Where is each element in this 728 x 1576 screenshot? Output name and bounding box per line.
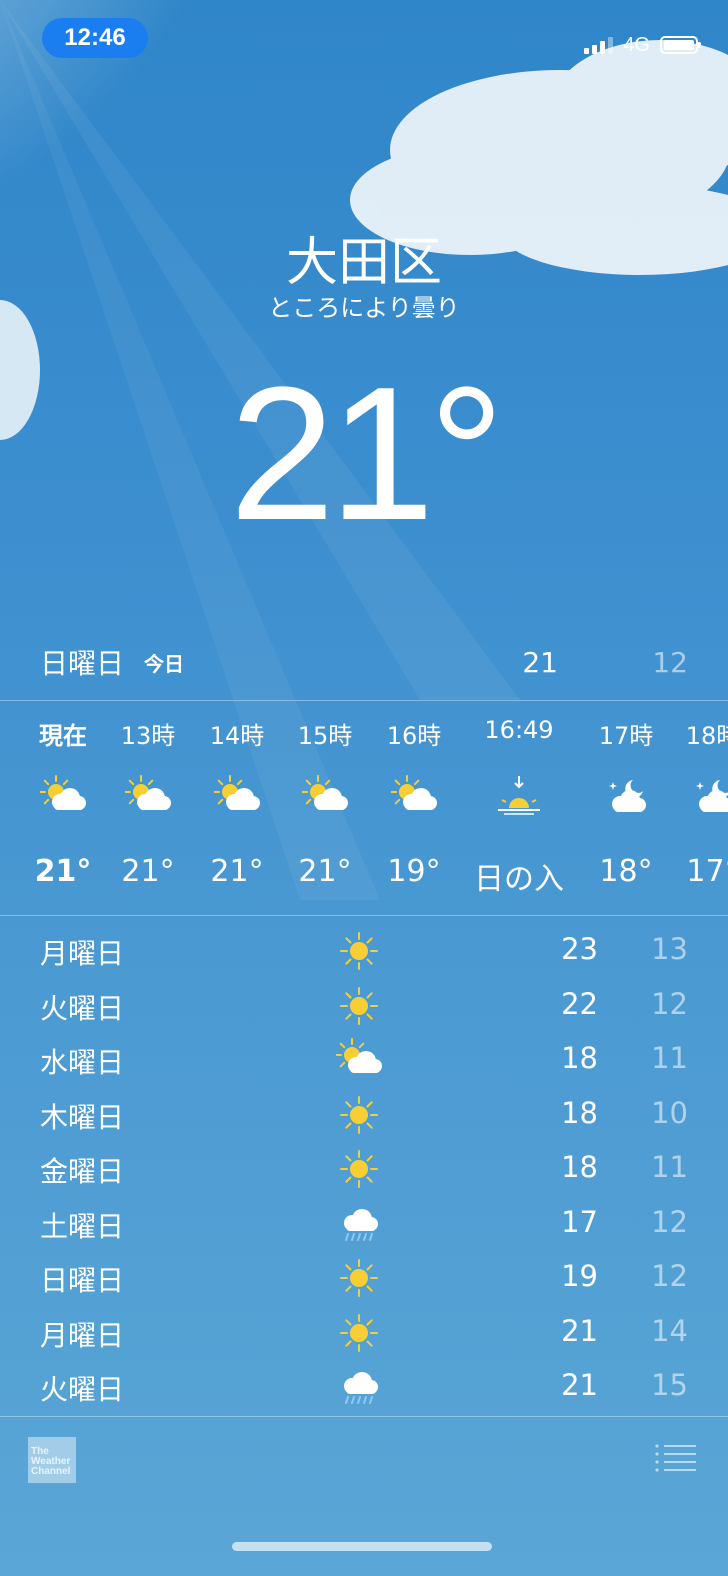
daily-row: 月曜日 23 13 <box>40 922 688 976</box>
sun-icon <box>336 1146 382 1192</box>
hour-temperature: 17° <box>686 854 728 889</box>
rain-icon <box>336 1201 382 1247</box>
divider <box>0 915 728 916</box>
day-low: 12 <box>651 986 688 1021</box>
day-low: 11 <box>651 1041 688 1075</box>
home-indicator[interactable] <box>232 1542 492 1551</box>
sun-icon <box>336 1310 382 1356</box>
daily-row: 月曜日 21 14 <box>40 1304 688 1358</box>
city-list-icon[interactable] <box>654 1442 698 1474</box>
sun-icon <box>336 928 382 974</box>
divider <box>0 700 728 701</box>
daily-row: 火曜日 22 12 <box>40 977 688 1031</box>
rain-icon <box>336 1364 382 1410</box>
day-high: 17 <box>561 1204 598 1239</box>
battery-icon <box>660 36 701 54</box>
current-temperature: 21° <box>229 348 504 560</box>
day-high: 18 <box>561 1095 598 1130</box>
condition-text: ところにより曇り <box>268 294 460 322</box>
partly-cloudy-icon <box>301 774 348 820</box>
partly-cloudy-icon <box>39 774 86 820</box>
partly-cloudy-icon <box>335 1037 382 1083</box>
partly-cloudy-icon <box>390 774 437 820</box>
partly-cloudy-icon <box>213 774 260 820</box>
day-name: 土曜日 <box>40 1209 125 1243</box>
network-type: 4G <box>623 33 650 56</box>
city-name: 大田区 <box>285 233 442 293</box>
today-low: 12 <box>652 645 688 679</box>
divider <box>0 1416 728 1417</box>
hour-time: 18時 <box>685 722 728 750</box>
hourly-forecast[interactable]: 現在 21° 13時 21° 14時 21° 15時 21° 16時 19° 16:49 <box>0 702 728 914</box>
day-low: 13 <box>651 932 688 966</box>
day-low: 10 <box>651 1095 688 1130</box>
day-low: 14 <box>651 1313 688 1348</box>
partly-cloudy-icon <box>124 774 171 820</box>
weather-channel-logo[interactable]: The Weather Channel <box>28 1437 76 1483</box>
cloudy-night-icon <box>690 774 728 820</box>
day-low: 11 <box>651 1150 688 1184</box>
status-icons: 4G <box>584 30 701 60</box>
today-high: 21 <box>522 645 558 679</box>
day-low: 12 <box>651 1259 688 1293</box>
daily-row: 木曜日 18 10 <box>40 1086 688 1140</box>
today-label: 今日 <box>144 651 185 676</box>
daily-row: 金曜日 18 11 <box>40 1140 688 1194</box>
day-name: 火曜日 <box>40 991 125 1025</box>
daily-row: 火曜日 21 15 <box>40 1358 688 1412</box>
day-name: 月曜日 <box>40 1318 125 1352</box>
hour-temperature: 19° <box>387 854 441 889</box>
day-name: 金曜日 <box>40 1155 125 1188</box>
hour-temperature: 日の入 <box>474 862 564 897</box>
day-name: 火曜日 <box>40 1373 125 1406</box>
today-summary: 日曜日 今日 21 12 <box>40 640 688 684</box>
sun-icon <box>336 1255 382 1301</box>
hour-time: 16:49 <box>484 716 554 744</box>
cellular-signal-icon <box>584 36 614 54</box>
daily-row: 水曜日 18 11 <box>40 1031 688 1085</box>
day-high: 21 <box>561 1313 598 1348</box>
day-high: 18 <box>561 1150 598 1184</box>
day-high: 19 <box>561 1259 598 1293</box>
day-high: 18 <box>561 1041 598 1075</box>
day-name: 日曜日 <box>40 1264 125 1297</box>
day-low: 15 <box>651 1368 688 1402</box>
day-high: 22 <box>561 986 598 1021</box>
hour-time: 16時 <box>386 722 442 750</box>
day-name: 木曜日 <box>40 1100 125 1134</box>
day-low: 12 <box>651 1204 688 1239</box>
sun-icon <box>336 983 382 1029</box>
today-day: 日曜日 <box>40 647 125 680</box>
sunset-icon <box>496 774 542 820</box>
daily-row: 日曜日 19 12 <box>40 1249 688 1303</box>
cloudy-night-icon <box>603 774 649 820</box>
status-time: 12:46 <box>42 18 148 58</box>
daily-row: 土曜日 17 12 <box>40 1195 688 1249</box>
day-name: 水曜日 <box>40 1046 125 1079</box>
day-high: 23 <box>561 932 598 966</box>
day-high: 21 <box>561 1368 598 1402</box>
day-name: 月曜日 <box>40 937 125 970</box>
sun-icon <box>336 1092 382 1138</box>
